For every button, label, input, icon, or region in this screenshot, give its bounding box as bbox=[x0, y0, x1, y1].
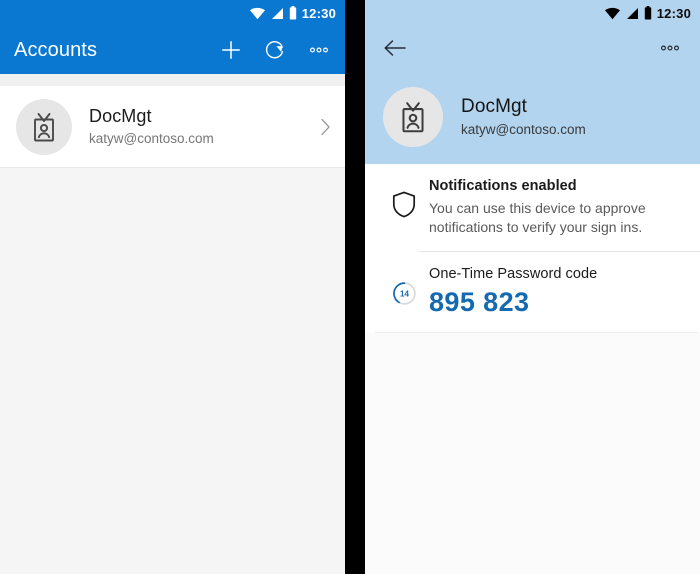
refresh-icon bbox=[265, 41, 284, 59]
left-phone-screen: 12:30 Accounts DocMgt katyw@contoso.com bbox=[0, 0, 345, 574]
otp-row[interactable]: 14 One-Time Password code 895 823 bbox=[365, 252, 700, 331]
chevron-right-icon bbox=[321, 118, 330, 135]
add-account-button[interactable] bbox=[219, 38, 243, 62]
detail-top-bar bbox=[365, 26, 700, 70]
countdown-timer-icon: 14 bbox=[392, 282, 416, 306]
more-horizontal-icon bbox=[309, 47, 329, 53]
right-phone-screen: 12:30 DocMgt katyw@contoso.com Notificat… bbox=[365, 0, 700, 574]
battery-icon bbox=[289, 6, 296, 20]
notifications-subtitle: You can use this device to approve notif… bbox=[429, 199, 646, 236]
status-bar-clock: 12:30 bbox=[656, 5, 691, 21]
chevron-right-button[interactable] bbox=[311, 118, 331, 136]
refresh-button[interactable] bbox=[263, 38, 287, 62]
back-button[interactable] bbox=[383, 36, 407, 60]
account-name: DocMgt bbox=[461, 95, 528, 117]
overflow-menu-button[interactable] bbox=[307, 38, 331, 62]
wifi-icon bbox=[604, 7, 620, 19]
avatar bbox=[383, 87, 443, 147]
shield-icon-wrap bbox=[381, 177, 427, 238]
more-horizontal-icon bbox=[660, 45, 680, 51]
cellular-signal-icon bbox=[626, 7, 638, 19]
notifications-title: Notifications enabled bbox=[429, 178, 577, 194]
account-email: katyw@contoso.com bbox=[89, 130, 214, 146]
accounts-list-body: DocMgt katyw@contoso.com bbox=[0, 74, 345, 574]
dual-phone-screenshot: 12:30 Accounts DocMgt katyw@contoso.com … bbox=[0, 0, 700, 574]
account-detail-list: Notifications enabled You can use this d… bbox=[365, 164, 700, 574]
account-list-item[interactable]: DocMgt katyw@contoso.com bbox=[0, 86, 345, 168]
detail-empty-area bbox=[365, 332, 700, 574]
status-bar-right: 12:30 bbox=[365, 0, 700, 26]
account-email: katyw@contoso.com bbox=[461, 122, 586, 138]
app-bar: Accounts bbox=[0, 26, 345, 74]
otp-code[interactable]: 895 823 bbox=[429, 287, 684, 319]
app-bar-actions bbox=[219, 38, 331, 62]
account-name: DocMgt bbox=[89, 106, 152, 127]
account-header-text: DocMgt katyw@contoso.com bbox=[443, 95, 586, 140]
page-title: Accounts bbox=[14, 38, 98, 61]
arrow-left-icon bbox=[384, 40, 406, 56]
id-badge-icon bbox=[34, 112, 54, 141]
id-badge-icon bbox=[402, 102, 424, 133]
account-text: DocMgt katyw@contoso.com bbox=[72, 105, 311, 148]
countdown-timer-wrap: 14 bbox=[381, 265, 427, 318]
wifi-icon bbox=[249, 7, 265, 19]
otp-label: One-Time Password code bbox=[429, 266, 598, 283]
otp-text: One-Time Password code 895 823 bbox=[427, 265, 684, 318]
notifications-status-row[interactable]: Notifications enabled You can use this d… bbox=[365, 164, 700, 251]
account-header: DocMgt katyw@contoso.com bbox=[365, 70, 700, 164]
overflow-menu-button[interactable] bbox=[658, 36, 682, 60]
shield-icon bbox=[392, 191, 416, 218]
status-bar-clock: 12:30 bbox=[301, 5, 336, 21]
status-bar-left: 12:30 bbox=[0, 0, 345, 26]
notifications-text: Notifications enabled You can use this d… bbox=[427, 177, 684, 238]
otp-seconds-remaining: 14 bbox=[400, 290, 409, 299]
list-top-spacer bbox=[0, 74, 345, 86]
plus-icon bbox=[222, 41, 240, 59]
battery-icon bbox=[644, 6, 651, 20]
cellular-signal-icon bbox=[271, 7, 283, 19]
avatar bbox=[16, 98, 72, 155]
